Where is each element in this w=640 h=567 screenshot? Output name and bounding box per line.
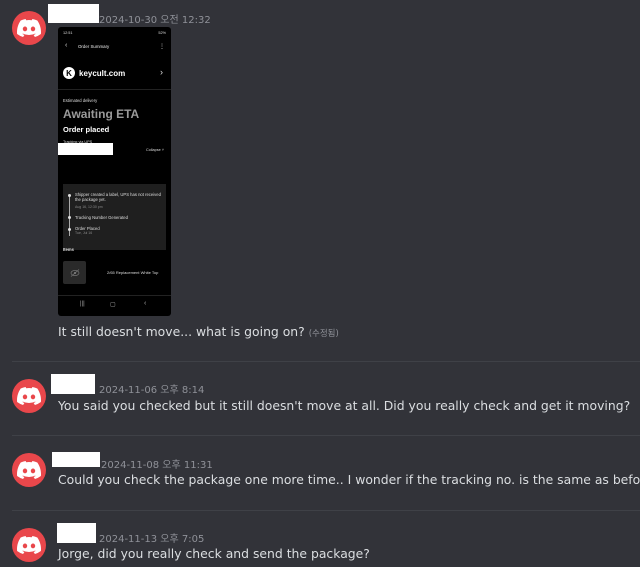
attached-screenshot[interactable]: 12:51 52% ‹ Order Summary ⋮ K keycult.co… (58, 27, 171, 316)
event-date: Tue, Jul 16 (75, 231, 93, 235)
username-redacted[interactable] (48, 4, 99, 23)
estimated-delivery-label: Estimated delivery (63, 98, 98, 103)
event-title: Shipper created a label, UPS has not rec… (75, 192, 161, 202)
discord-avatar[interactable] (12, 528, 46, 562)
back-icon: ‹ (65, 42, 68, 49)
event-title: Tracking Number Generated (75, 215, 128, 220)
discord-logo-icon (17, 19, 41, 37)
discord-avatar[interactable] (12, 453, 46, 487)
recents-nav-icon: ||| (80, 301, 85, 307)
order-status: Order placed (63, 125, 110, 134)
event-date: Aug 16, 12:30 pm (75, 205, 103, 209)
eta-value: Awaiting ETA (63, 107, 140, 121)
divider (58, 295, 171, 296)
message-body: Could you check the package one more tim… (58, 472, 640, 487)
message-text: It still doesn't move... what is going o… (58, 324, 339, 339)
timeline-dot (68, 216, 71, 219)
message-timestamp: 2024-11-06 오후 8:14 (99, 385, 205, 396)
message-body: You said you checked but it still doesn'… (58, 398, 631, 413)
message-timestamp: 2024-10-30 오전 12:32 (99, 15, 211, 26)
keycult-logo: K (63, 67, 75, 79)
username-redacted[interactable] (51, 374, 95, 394)
back-nav-icon: ‹ (144, 300, 147, 307)
message-divider (12, 361, 640, 362)
edited-label: (수정됨) (308, 329, 339, 339)
discord-avatar[interactable] (12, 379, 46, 413)
discord-avatar[interactable] (12, 11, 46, 45)
phone-status-time: 12:51 (63, 31, 73, 35)
chevron-right-icon: › (160, 67, 163, 77)
item-name: 2/65 Replacement White Top (107, 270, 159, 275)
store-name: keycult.com (79, 69, 126, 78)
message-timestamp: 2024-11-13 오후 7:05 (99, 534, 205, 545)
message-divider (12, 435, 640, 436)
username-redacted[interactable] (52, 452, 100, 467)
discord-logo-icon (17, 387, 41, 405)
timeline-dot (68, 194, 71, 197)
phone-status-battery: 52% (158, 31, 166, 35)
message-body: Jorge, did you really check and send the… (58, 546, 370, 561)
divider (58, 89, 171, 90)
tracking-number-redacted (58, 143, 113, 155)
order-summary-title: Order Summary (78, 44, 110, 49)
discord-logo-icon (17, 461, 41, 479)
home-nav-icon: ▢ (110, 302, 116, 308)
message-timestamp: 2024-11-08 오후 11:31 (101, 460, 213, 471)
collapse-button[interactable]: Collapse ˅ (146, 148, 164, 152)
tracking-events-card: Shipper created a label, UPS has not rec… (63, 184, 166, 250)
discord-logo-icon (17, 536, 41, 554)
items-heading: Items (63, 247, 74, 252)
message-divider (12, 510, 640, 511)
timeline-dot (68, 228, 71, 231)
more-menu-icon: ⋮ (159, 44, 165, 50)
image-off-icon (63, 261, 86, 284)
message-body: It still doesn't move... what is going o… (58, 324, 305, 339)
username-redacted[interactable] (57, 523, 96, 543)
